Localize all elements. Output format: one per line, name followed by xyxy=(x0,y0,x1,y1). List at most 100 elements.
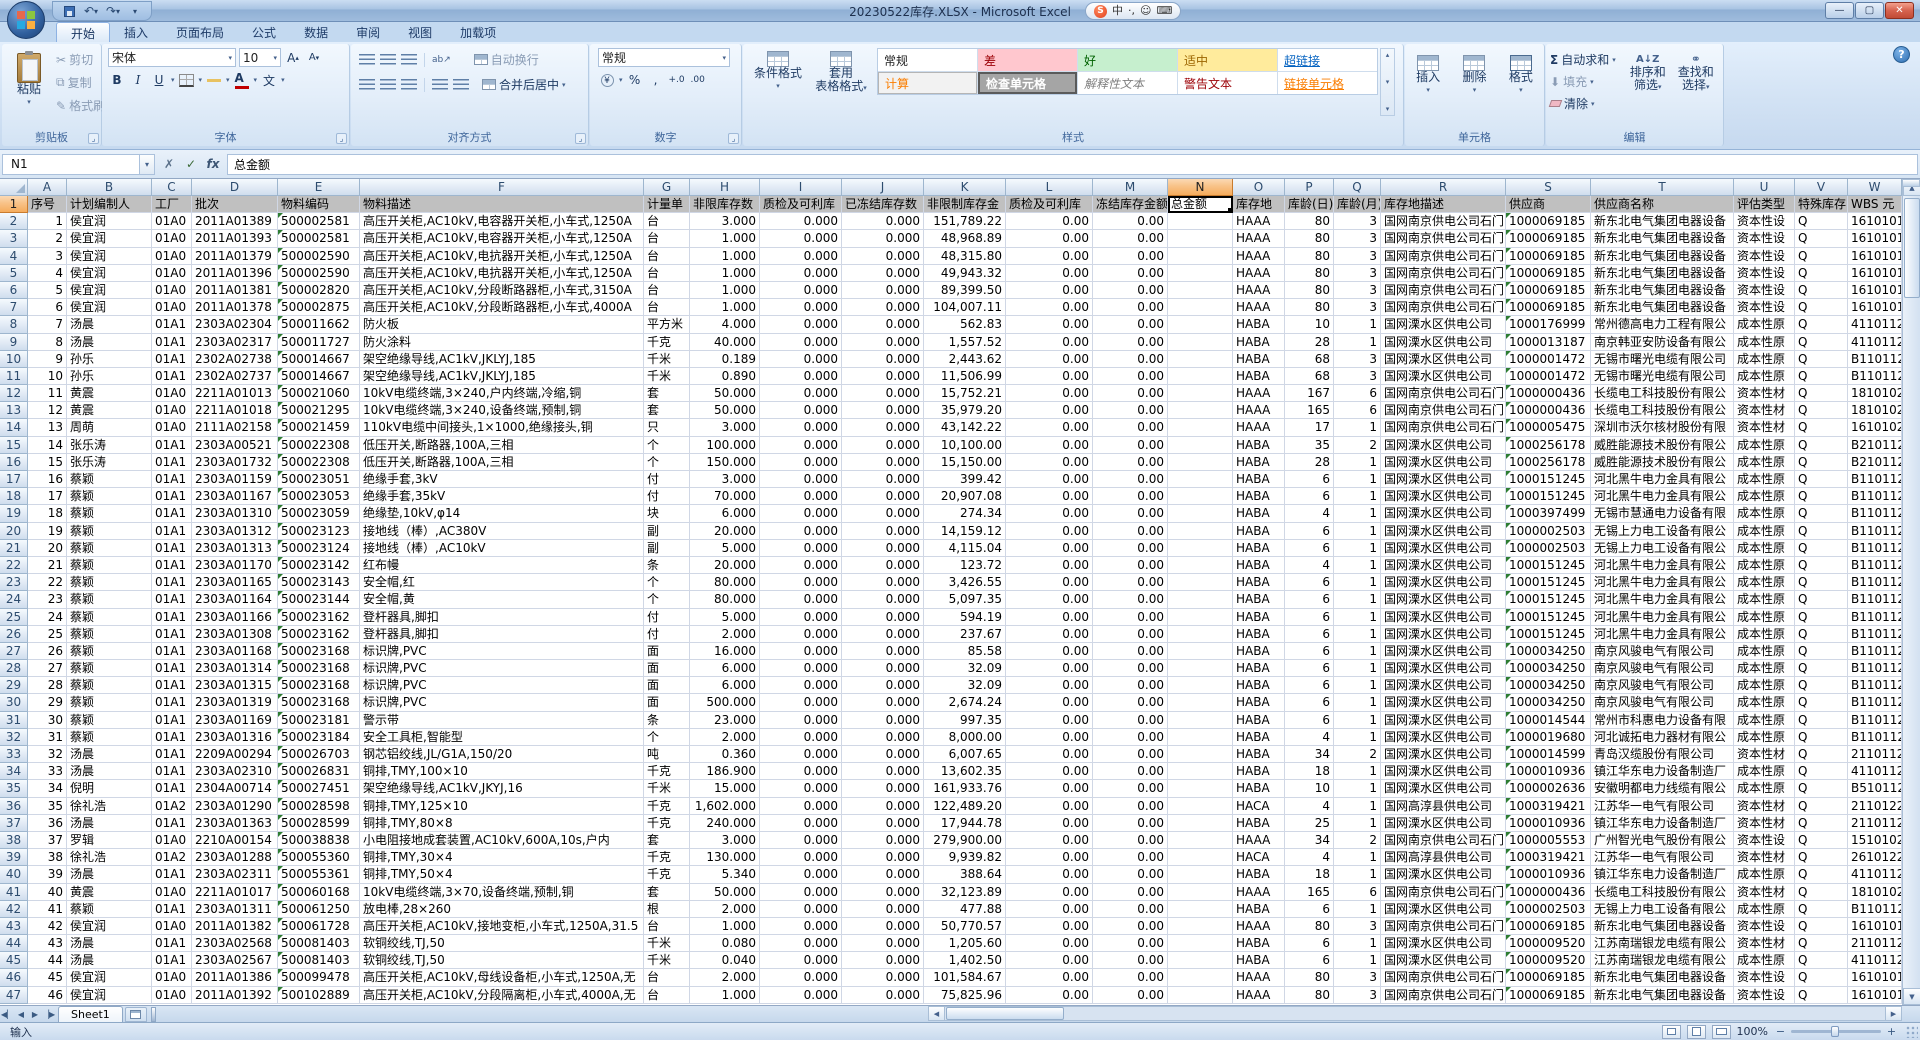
minimize-button[interactable]: — xyxy=(1825,2,1854,19)
cell-J34[interactable]: 0.000 xyxy=(842,763,924,780)
cell-U38[interactable]: 资本性设 xyxy=(1734,832,1795,849)
cell-I11[interactable]: 0.000 xyxy=(760,368,842,385)
dialog-launcher-icon[interactable]: ⌟ xyxy=(88,133,99,144)
gallery-scrollbar[interactable]: ▴ ▾ ▾ xyxy=(1380,48,1395,116)
cell-H14[interactable]: 3.000 xyxy=(690,419,760,436)
cell-C14[interactable]: 01A0 xyxy=(152,419,192,436)
cell-G7[interactable]: 台 xyxy=(644,299,690,316)
cell-T22[interactable]: 河北黑牛电力金具有限公 xyxy=(1591,557,1734,574)
cell-Q33[interactable]: 2 xyxy=(1334,746,1381,763)
cell-V19[interactable]: Q xyxy=(1795,505,1848,522)
cell-V29[interactable]: Q xyxy=(1795,677,1848,694)
cell-F28[interactable]: 标识牌,PVC xyxy=(360,660,644,677)
cell-J45[interactable]: 0.000 xyxy=(842,952,924,969)
cell-I36[interactable]: 0.000 xyxy=(760,798,842,815)
cell-A18[interactable]: 17 xyxy=(28,488,67,505)
cell-D13[interactable]: 2211A01018 xyxy=(192,402,278,419)
cell-J33[interactable]: 0.000 xyxy=(842,746,924,763)
cell-A40[interactable]: 39 xyxy=(28,866,67,883)
cell-R40[interactable]: 国网溧水区供电公司 xyxy=(1381,866,1506,883)
cell-S36[interactable]: 1000319421 xyxy=(1506,798,1591,815)
cell-L29[interactable]: 0.00 xyxy=(1006,677,1093,694)
cell-J46[interactable]: 0.000 xyxy=(842,969,924,986)
cell-O35[interactable]: HABA xyxy=(1233,780,1285,797)
cell-H26[interactable]: 2.000 xyxy=(690,626,760,643)
cell-U37[interactable]: 资本性材 xyxy=(1734,815,1795,832)
row-header-21[interactable]: 21 xyxy=(0,540,28,557)
cell-F30[interactable]: 标识牌,PVC xyxy=(360,694,644,711)
cell-L35[interactable]: 0.00 xyxy=(1006,780,1093,797)
cell-R28[interactable]: 国网溧水区供电公司 xyxy=(1381,660,1506,677)
cell-M32[interactable]: 0.00 xyxy=(1093,729,1168,746)
cell-N23[interactable] xyxy=(1168,574,1233,591)
cell-U9[interactable]: 成本性原 xyxy=(1734,334,1795,351)
cell-E8[interactable]: 500011662 xyxy=(278,316,360,333)
cell-D8[interactable]: 2303A02304 xyxy=(192,316,278,333)
cell-C34[interactable]: 01A1 xyxy=(152,763,192,780)
cell-J28[interactable]: 0.000 xyxy=(842,660,924,677)
cell-T38[interactable]: 广州智光电气股份有限公 xyxy=(1591,832,1734,849)
accounting-format-button[interactable]: ¥ xyxy=(598,71,616,89)
column-header-L[interactable]: L xyxy=(1006,179,1093,196)
cell-style-bad[interactable]: 差 xyxy=(978,49,1077,71)
cell-G47[interactable]: 台 xyxy=(644,987,690,1004)
cell-P29[interactable]: 6 xyxy=(1285,677,1334,694)
cell-I35[interactable]: 0.000 xyxy=(760,780,842,797)
cell-Q36[interactable]: 1 xyxy=(1334,798,1381,815)
cell-D3[interactable]: 2011A01393 xyxy=(192,230,278,247)
cell-R47[interactable]: 国网南京供电公司石门 xyxy=(1381,987,1506,1004)
cell-Q39[interactable]: 1 xyxy=(1334,849,1381,866)
cell-I20[interactable]: 0.000 xyxy=(760,523,842,540)
cell-L44[interactable]: 0.00 xyxy=(1006,935,1093,952)
merge-center-button[interactable]: 合并后居中▾ xyxy=(478,75,570,94)
cell-U3[interactable]: 资本性设 xyxy=(1734,230,1795,247)
cell-L6[interactable]: 0.00 xyxy=(1006,282,1093,299)
cell-G25[interactable]: 付 xyxy=(644,609,690,626)
cell-T29[interactable]: 南京风骏电气有限公司 xyxy=(1591,677,1734,694)
cell-N2[interactable] xyxy=(1168,213,1233,230)
cell-S6[interactable]: 1000069185 xyxy=(1506,282,1591,299)
enter-button[interactable]: ✓ xyxy=(181,154,201,174)
row-header-2[interactable]: 2 xyxy=(0,213,28,230)
cell-I25[interactable]: 0.000 xyxy=(760,609,842,626)
cell-F11[interactable]: 架空绝缘导线,AC1kV,JKLYJ,185 xyxy=(360,368,644,385)
cell-Q29[interactable]: 1 xyxy=(1334,677,1381,694)
cell-M14[interactable]: 0.00 xyxy=(1093,419,1168,436)
cell-T36[interactable]: 江苏华一电气有限公司 xyxy=(1591,798,1734,815)
row-header-17[interactable]: 17 xyxy=(0,471,28,488)
underline-button[interactable]: U xyxy=(150,71,168,89)
cell-U4[interactable]: 资本性设 xyxy=(1734,248,1795,265)
cell-R9[interactable]: 国网溧水区供电公司 xyxy=(1381,334,1506,351)
gallery-more-icon[interactable]: ▾ xyxy=(1386,105,1390,113)
cell-style-check[interactable]: 检查单元格 xyxy=(978,72,1077,94)
cell-L5[interactable]: 0.00 xyxy=(1006,265,1093,282)
align-center-icon[interactable] xyxy=(380,79,396,90)
cell-F21[interactable]: 接地线（棒）,AC10kV xyxy=(360,540,644,557)
cell-style-normal[interactable]: 常规 xyxy=(878,49,977,71)
cell-B27[interactable]: 蔡颖 xyxy=(67,643,152,660)
cell-I30[interactable]: 0.000 xyxy=(760,694,842,711)
cell-D10[interactable]: 2302A02738 xyxy=(192,351,278,368)
cell-H19[interactable]: 6.000 xyxy=(690,505,760,522)
cell-I16[interactable]: 0.000 xyxy=(760,454,842,471)
cell-J12[interactable]: 0.000 xyxy=(842,385,924,402)
cell-B1[interactable]: 计划编制人 xyxy=(67,196,152,213)
cell-N21[interactable] xyxy=(1168,540,1233,557)
split-handle[interactable] xyxy=(1902,179,1920,187)
cell-E9[interactable]: 500011727 xyxy=(278,334,360,351)
cell-T9[interactable]: 南京韩亚安防设备有限公 xyxy=(1591,334,1734,351)
cell-J5[interactable]: 0.000 xyxy=(842,265,924,282)
cell-N43[interactable] xyxy=(1168,918,1233,935)
cell-O12[interactable]: HAAA xyxy=(1233,385,1285,402)
cell-T41[interactable]: 长缆电工科技股份有限公 xyxy=(1591,884,1734,901)
cell-F7[interactable]: 高压开关柜,AC10kV,分段断路器柜,小车式,4000A xyxy=(360,299,644,316)
cell-T7[interactable]: 新东北电气集团电器设备 xyxy=(1591,299,1734,316)
cell-F31[interactable]: 警示带 xyxy=(360,712,644,729)
cell-O6[interactable]: HAAA xyxy=(1233,282,1285,299)
cell-U32[interactable]: 成本性原 xyxy=(1734,729,1795,746)
cell-T24[interactable]: 河北黑牛电力金具有限公 xyxy=(1591,591,1734,608)
cell-N29[interactable] xyxy=(1168,677,1233,694)
cell-H25[interactable]: 5.000 xyxy=(690,609,760,626)
cell-G28[interactable]: 面 xyxy=(644,660,690,677)
cell-R37[interactable]: 国网溧水区供电公司 xyxy=(1381,815,1506,832)
